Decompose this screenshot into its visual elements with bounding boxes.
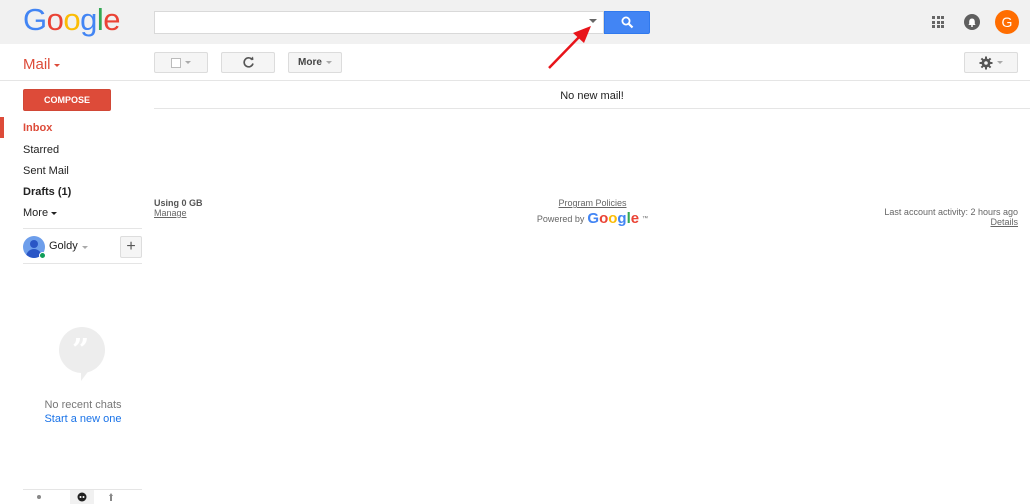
empty-inbox-message: No new mail! — [154, 86, 1030, 109]
search-input[interactable] — [155, 12, 575, 33]
manage-storage-link[interactable]: Manage — [154, 208, 203, 218]
caret-down-icon — [325, 61, 332, 64]
no-chats-text: No recent chats — [44, 399, 122, 411]
more-button[interactable]: More — [288, 52, 342, 73]
hangouts-icon — [77, 492, 87, 502]
app-label: Mail — [23, 56, 51, 73]
notifications-bell-icon[interactable] — [964, 14, 980, 30]
phone-icon — [109, 493, 113, 501]
powered-by-text: Powered by — [536, 213, 585, 224]
sidebar-item-drafts[interactable]: Drafts (1) — [23, 186, 71, 198]
online-status-icon — [39, 252, 46, 259]
compose-button[interactable]: COMPOSE — [23, 89, 111, 111]
chat-user-menu[interactable]: Goldy — [49, 240, 88, 252]
storage-usage: Using 0 GB — [154, 198, 203, 208]
caret-down-icon — [53, 63, 60, 67]
more-label: More — [23, 207, 49, 219]
google-small-logo: Google — [587, 210, 640, 227]
annotation-arrow-icon — [548, 26, 591, 69]
top-bar: Google G — [0, 0, 1030, 44]
chat-tabs — [23, 489, 142, 504]
hangouts-tab[interactable] — [70, 490, 94, 504]
divider — [23, 228, 142, 229]
person-icon — [37, 495, 41, 499]
caret-down-icon — [51, 211, 58, 215]
refresh-button[interactable] — [221, 52, 275, 73]
sidebar-item-inbox[interactable]: Inbox — [23, 122, 52, 134]
search-button[interactable] — [604, 11, 650, 34]
search-box — [154, 11, 604, 34]
phone-tab[interactable] — [99, 490, 123, 504]
user-name: Goldy — [49, 240, 78, 252]
logo-letter: g — [80, 2, 97, 37]
app-switcher-mail[interactable]: Mail — [23, 56, 60, 73]
start-new-chat-link[interactable]: Start a new one — [0, 413, 166, 425]
account-avatar[interactable]: G — [995, 10, 1019, 34]
quote-icon: ” — [72, 333, 90, 368]
toolbar: Mail More — [0, 44, 1030, 81]
sidebar-item-starred[interactable]: Starred — [23, 144, 59, 156]
contacts-tab[interactable] — [27, 490, 51, 504]
logo-letter: e — [103, 2, 121, 37]
footer-center: Program Policies Powered by Google ™ — [480, 198, 705, 227]
caret-down-icon — [81, 246, 88, 249]
activity-details-link[interactable]: Details — [884, 217, 1018, 227]
last-activity-text: Last account activity: 2 hours ago — [884, 207, 1018, 217]
caret-down-icon — [997, 61, 1003, 64]
sidebar-item-more[interactable]: More — [23, 207, 58, 219]
refresh-icon — [242, 56, 254, 68]
sidebar-item-sent-mail[interactable]: Sent Mail — [23, 165, 69, 177]
caret-down-icon — [185, 61, 191, 64]
logo-letter: G — [23, 2, 47, 37]
settings-button[interactable] — [964, 52, 1018, 73]
more-label: More — [298, 57, 322, 68]
checkbox-icon — [171, 57, 181, 68]
select-button[interactable] — [154, 52, 208, 73]
gear-icon — [979, 56, 993, 69]
active-item-marker — [0, 117, 4, 138]
apps-grid-icon[interactable] — [932, 16, 944, 28]
new-chat-button[interactable]: + — [120, 236, 142, 258]
logo-letter: o — [63, 2, 81, 37]
powered-by: Powered by Google ™ — [480, 210, 705, 227]
search-icon — [621, 16, 633, 29]
divider — [23, 263, 142, 264]
storage-info: Using 0 GB Manage — [154, 198, 203, 218]
account-activity: Last account activity: 2 hours ago Detai… — [884, 207, 1018, 227]
trademark: ™ — [642, 215, 649, 222]
program-policies-link[interactable]: Program Policies — [480, 198, 705, 208]
logo-letter: o — [46, 2, 64, 37]
google-logo[interactable]: Google — [23, 2, 121, 38]
